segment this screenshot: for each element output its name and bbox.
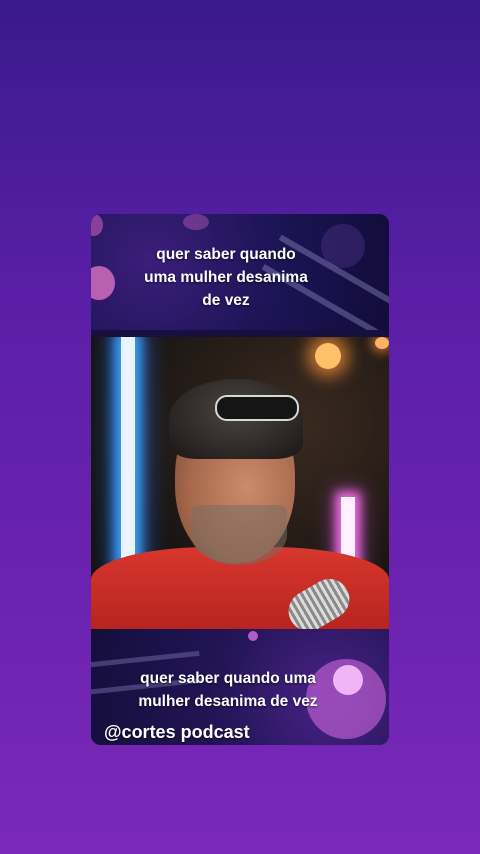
bottom-caption-line: mulher desanima de vez [138,693,318,710]
top-caption-line: de vez [202,292,250,309]
top-caption-text: quer saber quando uma mulher desanima de… [91,243,375,312]
bottom-caption-line: quer saber quando uma [140,670,316,687]
background-lamp [315,343,341,369]
background-lamp [375,337,389,349]
bottom-caption-text: quer saber quando uma mulher desanima de… [91,667,377,713]
channel-handle: @cortes podcast [104,722,250,742]
top-caption-line: uma mulher desanima [144,269,308,286]
video-post-card[interactable]: quer saber quando uma mulher desanima de… [91,214,389,745]
top-caption-line: quer saber quando [156,246,296,263]
video-frame[interactable] [91,337,389,629]
bokeh-light [91,214,103,236]
bokeh-light [248,631,258,641]
bokeh-light [183,214,209,230]
neon-light-blue [121,337,135,567]
speaker-beard [191,505,287,565]
bottom-caption-banner: quer saber quando uma mulher desanima de… [91,629,389,745]
sunglasses-on-head [215,395,299,421]
top-caption-banner: quer saber quando uma mulher desanima de… [91,214,389,330]
